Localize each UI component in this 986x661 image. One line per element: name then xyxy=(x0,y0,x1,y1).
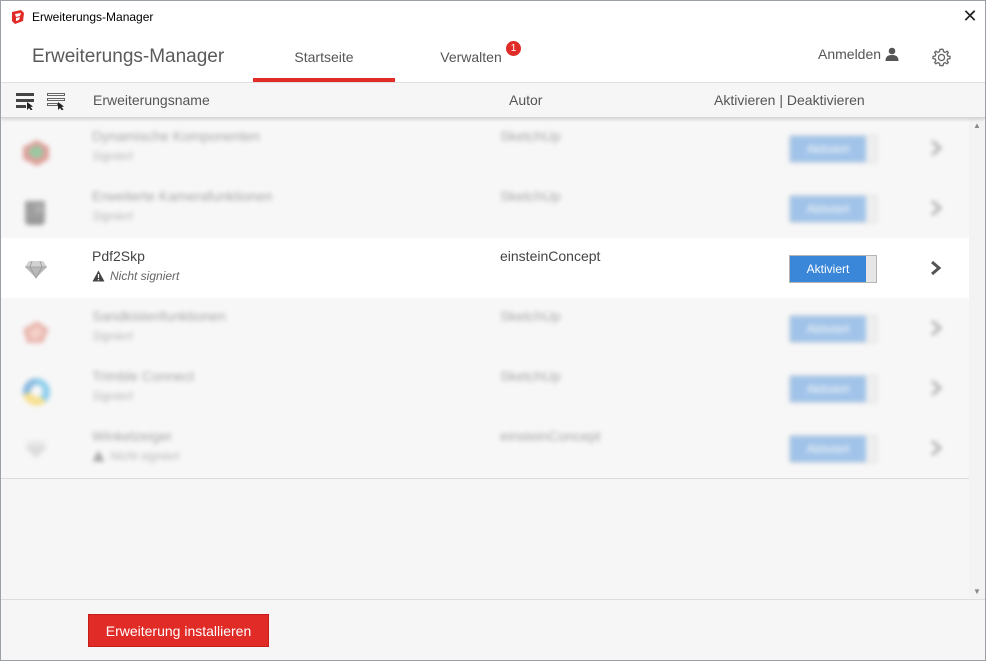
install-extension-button[interactable]: Erweiterung installieren xyxy=(88,614,269,647)
extension-name: Trimble Connect xyxy=(92,368,195,384)
signature-label: Nicht signiert xyxy=(110,269,180,283)
signature-label: Signiert xyxy=(92,149,133,163)
close-button[interactable]: ✕ xyxy=(955,1,985,32)
scroll-up-arrow-icon[interactable]: ▲ xyxy=(973,121,981,130)
toggle-label: Aktiviert xyxy=(790,256,866,282)
user-icon xyxy=(885,47,899,61)
signature-status: Nicht signiert xyxy=(92,269,179,283)
extension-row[interactable]: Dynamische Komponenten Signiert SketchUp… xyxy=(1,118,969,179)
tab-startseite[interactable]: Startseite xyxy=(253,32,395,82)
toggle-label: Aktiviert xyxy=(790,196,866,222)
extension-name: Dynamische Komponenten xyxy=(92,128,261,144)
signature-label: Nicht signiert xyxy=(110,449,180,463)
column-activate-deactivate: Aktivieren | Deaktivieren xyxy=(714,92,865,108)
signature-label: Signiert xyxy=(92,329,133,343)
extension-author: SketchUp xyxy=(500,128,561,144)
detail-view-icon[interactable] xyxy=(47,92,67,110)
toggle-label: Aktiviert xyxy=(790,316,866,342)
extension-name: Winkelzeiger xyxy=(92,428,173,444)
toggle-label: Aktiviert xyxy=(790,436,866,462)
scroll-down-arrow-icon[interactable]: ▼ xyxy=(973,587,981,596)
extension-row[interactable]: Erweiterte Kamerafunktionen Signiert Ske… xyxy=(1,178,969,239)
settings-gear-icon[interactable] xyxy=(931,47,952,68)
warning-icon xyxy=(92,270,105,282)
activate-toggle[interactable]: Aktiviert xyxy=(789,195,877,223)
toggle-label: Aktiviert xyxy=(790,136,866,162)
signature-status: Signiert xyxy=(92,209,133,223)
chevron-right-icon[interactable] xyxy=(929,258,943,278)
chevron-right-icon[interactable] xyxy=(929,198,943,218)
title-bar: Erweiterungs-Manager ✕ xyxy=(1,1,985,32)
footer-bar: Erweiterung installieren xyxy=(1,599,985,660)
activate-toggle[interactable]: Aktiviert xyxy=(789,435,877,463)
window-title: Erweiterungs-Manager xyxy=(32,9,154,24)
extension-row[interactable]: Winkelzeiger Nicht signiert einsteinConc… xyxy=(1,418,969,479)
activate-toggle[interactable]: Aktiviert xyxy=(789,315,877,343)
signin-button[interactable]: Anmelden xyxy=(818,46,899,62)
activate-toggle[interactable]: Aktiviert xyxy=(789,255,877,283)
notification-badge: 1 xyxy=(506,41,521,56)
extension-author: SketchUp xyxy=(500,188,561,204)
activate-toggle[interactable]: Aktiviert xyxy=(789,375,877,403)
sketchup-logo-icon xyxy=(12,9,24,24)
sandbox-icon xyxy=(23,321,49,343)
signature-status: Signiert xyxy=(92,149,133,163)
vertical-scrollbar[interactable]: ▲ ▼ xyxy=(969,118,985,599)
extension-row[interactable]: Pdf2Skp Nicht signiert einsteinConcept A… xyxy=(1,238,969,299)
extension-name: Sandkistenfunktionen xyxy=(92,308,226,324)
extension-author: SketchUp xyxy=(500,368,561,384)
diamond-icon xyxy=(25,260,47,279)
extension-author: einsteinConcept xyxy=(500,428,601,444)
dynamic-components-icon xyxy=(23,140,49,166)
signature-label: Signiert xyxy=(92,209,133,223)
trimble-connect-icon xyxy=(22,377,51,406)
extension-author: einsteinConcept xyxy=(500,248,601,264)
camera-tools-icon xyxy=(25,201,45,225)
signin-label: Anmelden xyxy=(818,46,882,62)
tab-verwalten[interactable]: Verwalten xyxy=(421,32,521,82)
chevron-right-icon[interactable] xyxy=(929,318,943,338)
list-view-icon[interactable] xyxy=(16,92,36,110)
chevron-right-icon[interactable] xyxy=(929,438,943,458)
chevron-right-icon[interactable] xyxy=(929,378,943,398)
signature-status: Signiert xyxy=(92,329,133,343)
extension-manager-window: Erweiterungs-Manager ✕ Erweiterungs-Mana… xyxy=(0,0,986,661)
extension-row[interactable]: Sandkistenfunktionen Signiert SketchUp A… xyxy=(1,298,969,359)
signature-status: Signiert xyxy=(92,389,133,403)
extension-author: SketchUp xyxy=(500,308,561,324)
signature-status: Nicht signiert xyxy=(92,449,179,463)
signature-label: Signiert xyxy=(92,389,133,403)
chevron-right-icon[interactable] xyxy=(929,138,943,158)
warning-icon xyxy=(92,450,105,462)
extension-name: Pdf2Skp xyxy=(92,248,145,264)
header-bar: Erweiterungs-Manager Startseite Verwalte… xyxy=(1,32,985,83)
app-brand: Erweiterungs-Manager xyxy=(32,46,225,67)
column-author[interactable]: Autor xyxy=(509,92,542,108)
toggle-label: Aktiviert xyxy=(790,376,866,402)
column-header: Erweiterungsname Autor Aktivieren | Deak… xyxy=(1,83,985,118)
diamond-icon xyxy=(25,441,47,458)
extension-name: Erweiterte Kamerafunktionen xyxy=(92,188,273,204)
activate-toggle[interactable]: Aktiviert xyxy=(789,135,877,163)
extension-list: Dynamische Komponenten Signiert SketchUp… xyxy=(1,118,969,599)
extension-row[interactable]: Trimble Connect Signiert SketchUp Aktivi… xyxy=(1,358,969,419)
column-extension-name[interactable]: Erweiterungsname xyxy=(93,92,210,108)
